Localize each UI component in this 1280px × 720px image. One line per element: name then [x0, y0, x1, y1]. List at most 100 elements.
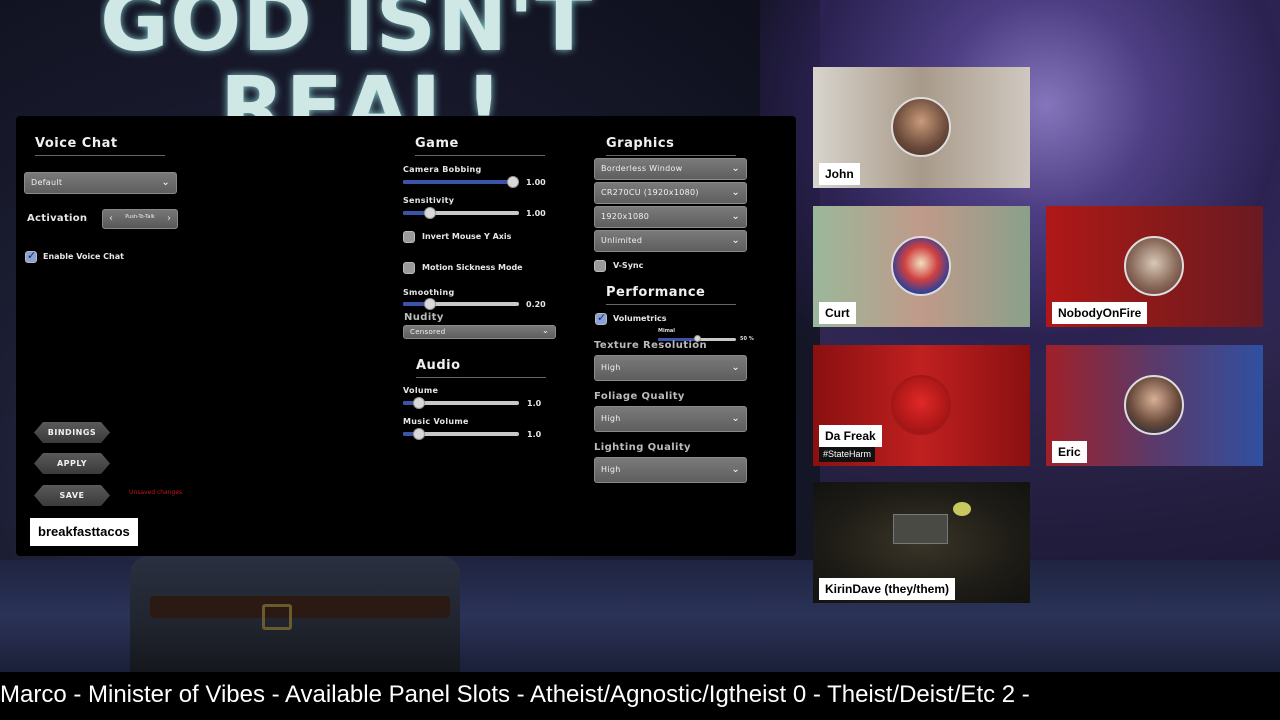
voice-chat-heading: Voice Chat: [35, 136, 165, 156]
foliage-quality-label: Foliage Quality: [594, 391, 685, 402]
motion-sickness-checkbox[interactable]: [403, 262, 415, 274]
vsync-checkbox[interactable]: [594, 260, 606, 272]
enable-voice-chat-label: Enable Voice Chat: [43, 252, 124, 261]
sensitivity-label: Sensitivity: [403, 196, 455, 205]
game-heading: Game: [415, 136, 545, 156]
settings-panel: Voice Chat Default ⌄ Activation ‹ Push-T…: [16, 116, 796, 556]
volume-slider[interactable]: [403, 397, 519, 409]
participant-name-tag: Da Freak: [819, 425, 882, 447]
lighting-quality-dropdown[interactable]: High ⌄: [594, 457, 747, 483]
chevron-down-icon: ⌄: [731, 235, 740, 246]
lighting-quality-value: High: [601, 465, 621, 474]
participant-tile: KirinDave (they/them): [813, 482, 1030, 603]
save-button[interactable]: SAVE: [34, 485, 110, 506]
streamer-username-tag: breakfasttacos: [30, 518, 138, 546]
volume-value: 1.0: [527, 399, 542, 408]
title-line-1: GOD ISN'T: [100, 0, 594, 70]
smoothing-slider[interactable]: [403, 298, 519, 310]
camera-bobbing-value: 1.00: [526, 178, 546, 187]
avatar: [1124, 375, 1184, 435]
smoothing-value: 0.20: [526, 300, 546, 309]
bindings-button[interactable]: BINDINGS: [34, 422, 110, 443]
title-line-2: REAL!: [220, 58, 504, 118]
lighting-quality-label: Lighting Quality: [594, 442, 691, 453]
nudity-label: Nudity: [404, 312, 444, 323]
volumetrics-quality-label: Mimal: [658, 328, 675, 334]
chevron-down-icon: ⌄: [731, 211, 740, 222]
avatar: [1124, 236, 1184, 296]
foliage-quality-value: High: [601, 414, 621, 423]
streamer-belt: [150, 596, 450, 618]
fps-limit-dropdown[interactable]: Unlimited ⌄: [594, 230, 747, 252]
volumetrics-value: 50 %: [740, 336, 754, 342]
avatar: [891, 97, 951, 157]
performance-heading: Performance: [606, 285, 736, 305]
participant-tile: Eric: [1046, 345, 1263, 466]
chevron-down-icon: ⌄: [731, 163, 740, 174]
music-volume-value: 1.0: [527, 430, 542, 439]
chevron-down-icon: ⌄: [731, 187, 740, 198]
window-mode-value: Borderless Window: [601, 164, 683, 173]
participant-name-tag: John: [819, 163, 860, 185]
info-ticker: Marco - Minister of Vibes - Available Pa…: [0, 672, 1280, 720]
activation-label: Activation: [27, 213, 88, 224]
camera-bobbing-label: Camera Bobbing: [403, 165, 482, 174]
texture-resolution-value: High: [601, 363, 621, 372]
enable-voice-chat-checkbox[interactable]: [25, 249, 37, 263]
sensitivity-slider[interactable]: [403, 207, 519, 219]
smoothing-label: Smoothing: [403, 288, 455, 297]
apply-button[interactable]: APPLY: [34, 453, 110, 474]
chevron-right-icon[interactable]: ›: [167, 210, 171, 228]
chevron-down-icon: ⌄: [731, 362, 740, 373]
ticker-text: Marco - Minister of Vibes - Available Pa…: [0, 681, 1030, 708]
graphics-heading: Graphics: [606, 136, 736, 156]
activation-value: Push-To-Talk: [125, 214, 155, 220]
belt-buckle: [262, 604, 292, 630]
nudity-dropdown[interactable]: Censored ⌄: [403, 325, 556, 339]
chevron-left-icon[interactable]: ‹: [109, 210, 113, 228]
voice-device-dropdown[interactable]: Default ⌄: [24, 172, 177, 194]
volume-label: Volume: [403, 386, 439, 395]
music-volume-label: Music Volume: [403, 417, 469, 426]
avatar: [891, 236, 951, 296]
chevron-down-icon: ⌄: [161, 177, 170, 188]
participant-tile: John: [813, 67, 1030, 188]
background-title-art: GOD ISN'T REAL!: [100, 0, 620, 118]
participant-name-tag: Eric: [1052, 441, 1087, 463]
foliage-quality-dropdown[interactable]: High ⌄: [594, 406, 747, 432]
participant-tile: Da Freak #StateHarm: [813, 345, 1030, 466]
avatar: [891, 375, 951, 435]
audio-heading: Audio: [416, 358, 546, 378]
participant-name-tag: NobodyOnFire: [1052, 302, 1148, 324]
game-screen-preview: [893, 514, 948, 544]
chevron-down-icon: ⌄: [731, 464, 740, 475]
activation-stepper[interactable]: ‹ Push-To-Talk ›: [102, 209, 178, 229]
vsync-label: V-Sync: [613, 261, 644, 270]
participant-hashtag: #StateHarm: [819, 447, 876, 462]
motion-sickness-label: Motion Sickness Mode: [422, 263, 523, 272]
participant-tile: NobodyOnFire: [1046, 206, 1263, 327]
window-mode-dropdown[interactable]: Borderless Window ⌄: [594, 158, 747, 180]
camera-bobbing-slider[interactable]: [403, 176, 519, 188]
monitor-value: CR270CU (1920x1080): [601, 188, 699, 197]
invert-mouse-checkbox[interactable]: [403, 231, 415, 243]
texture-resolution-label: Texture Resolution: [594, 340, 708, 351]
fps-limit-value: Unlimited: [601, 236, 643, 245]
participant-tile: Curt: [813, 206, 1030, 327]
participant-name-tag: Curt: [819, 302, 856, 324]
volumetrics-checkbox[interactable]: [595, 311, 607, 325]
chevron-down-icon: ⌄: [541, 326, 549, 335]
participant-name-tag: KirinDave (they/them): [819, 578, 956, 600]
monitor-dropdown[interactable]: CR270CU (1920x1080) ⌄: [594, 182, 747, 204]
resolution-value: 1920x1080: [601, 212, 650, 221]
texture-resolution-dropdown[interactable]: High ⌄: [594, 355, 747, 381]
voice-device-value: Default: [31, 178, 63, 187]
resolution-dropdown[interactable]: 1920x1080 ⌄: [594, 206, 747, 228]
sensitivity-value: 1.00: [526, 209, 546, 218]
music-volume-slider[interactable]: [403, 428, 519, 440]
invert-mouse-label: Invert Mouse Y Axis: [422, 232, 512, 241]
nudity-value: Censored: [410, 328, 446, 336]
volumetrics-label: Volumetrics: [613, 314, 667, 323]
chevron-down-icon: ⌄: [731, 413, 740, 424]
unsaved-changes-note: Unsaved changes: [129, 489, 183, 496]
